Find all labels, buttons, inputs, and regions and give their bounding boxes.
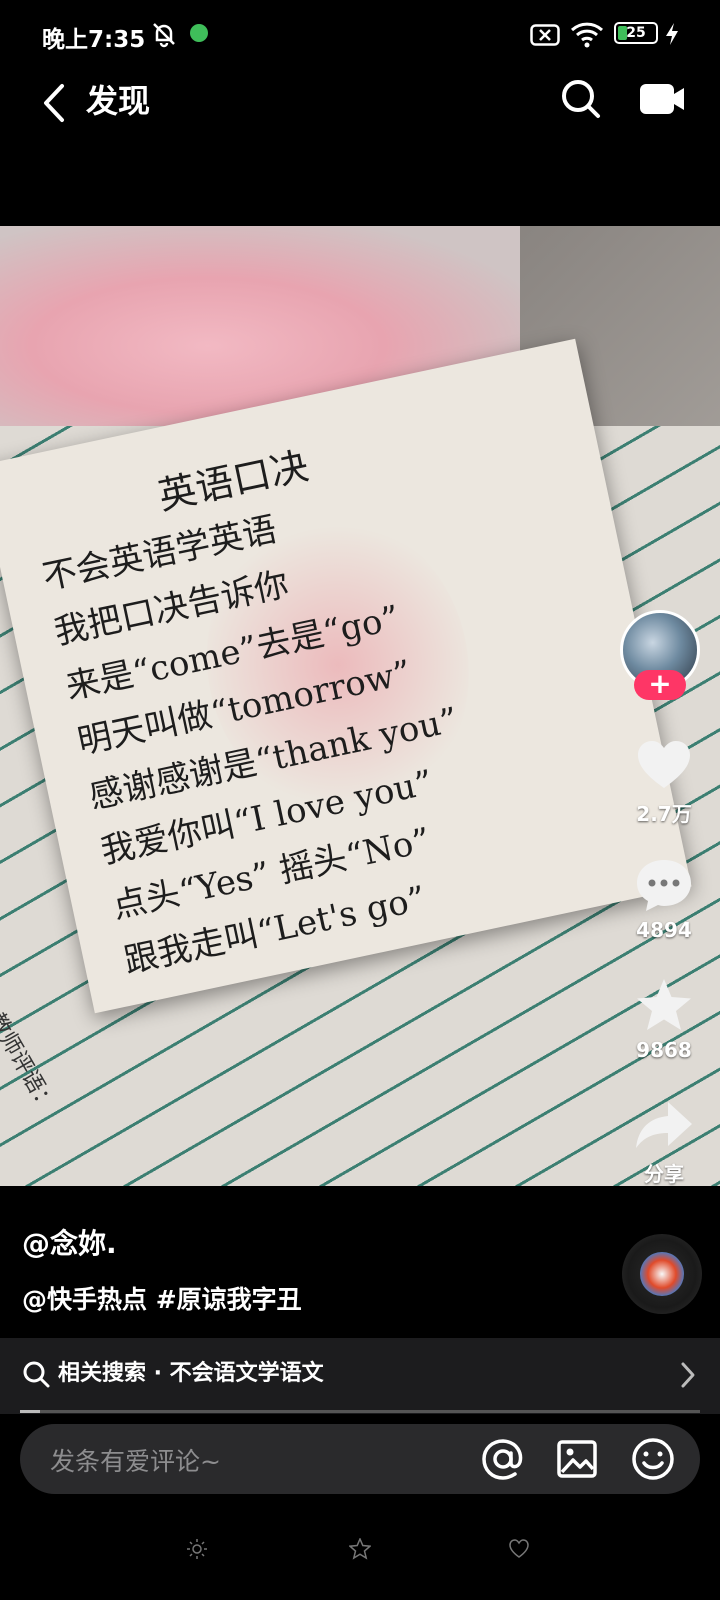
camera-icon[interactable] [638,80,686,118]
playback-progress-fill [20,1410,41,1413]
comment-button[interactable]: 4894 [608,856,720,942]
caption-tags[interactable]: @快手热点 #原谅我字丑 [22,1280,302,1316]
comment-icon [637,860,691,911]
sun-icon[interactable] [186,1538,208,1560]
back-icon[interactable] [36,78,76,128]
image-icon[interactable] [556,1438,598,1480]
author-name[interactable]: @念妳. [22,1222,117,1262]
status-bar: 晚上7:35 25 [0,0,720,70]
like-count: 2.7万 [636,802,692,826]
no-sim-icon [530,24,560,46]
star-icon [637,979,691,1030]
charging-bolt-icon [666,23,678,45]
favorite-button[interactable]: 9868 [608,976,720,1062]
share-label: 分享 [644,1162,684,1186]
like-button[interactable]: 2.7万 [608,736,720,827]
emoji-icon[interactable] [630,1436,676,1482]
wifi-icon [570,22,604,48]
at-mention-icon[interactable] [480,1436,526,1482]
follow-button[interactable]: + [634,670,686,700]
comment-input[interactable]: 发条有爱评论~ [20,1424,700,1494]
chevron-right-icon [681,1362,695,1388]
related-search-bar[interactable]: 相关搜索 · 不会语文学语文 [0,1338,720,1414]
music-disc[interactable] [622,1234,702,1314]
related-search-text: 相关搜索 · 不会语文学语文 [58,1361,324,1386]
star-outline-icon[interactable] [349,1538,371,1560]
battery-level: 25 [626,25,646,41]
page-title: 发现 [86,82,151,120]
comment-count: 4894 [636,918,692,942]
playback-progress-bar[interactable] [20,1410,700,1413]
favorite-count: 9868 [636,1038,692,1062]
battery-indicator: 25 [614,22,658,44]
note-text: 英语口决 不会英语学英语 我把口决告诉你 来是“come”去是“go” 明天叫做… [26,384,659,989]
search-icon[interactable] [558,76,604,122]
mute-bell-icon [153,23,175,48]
music-cover-icon [640,1252,684,1296]
comment-placeholder: 发条有爱评论~ [50,1447,221,1476]
app-notification-icon [190,24,208,42]
top-bar: 发现 [0,70,720,150]
share-button[interactable]: 分享 [608,1096,720,1187]
heart-outline-icon[interactable] [508,1538,530,1560]
share-arrow-icon [636,1102,692,1148]
search-icon [23,1361,50,1388]
system-nav-bar [0,1528,720,1578]
status-time: 晚上7:35 [42,27,146,53]
heart-icon [638,741,690,788]
